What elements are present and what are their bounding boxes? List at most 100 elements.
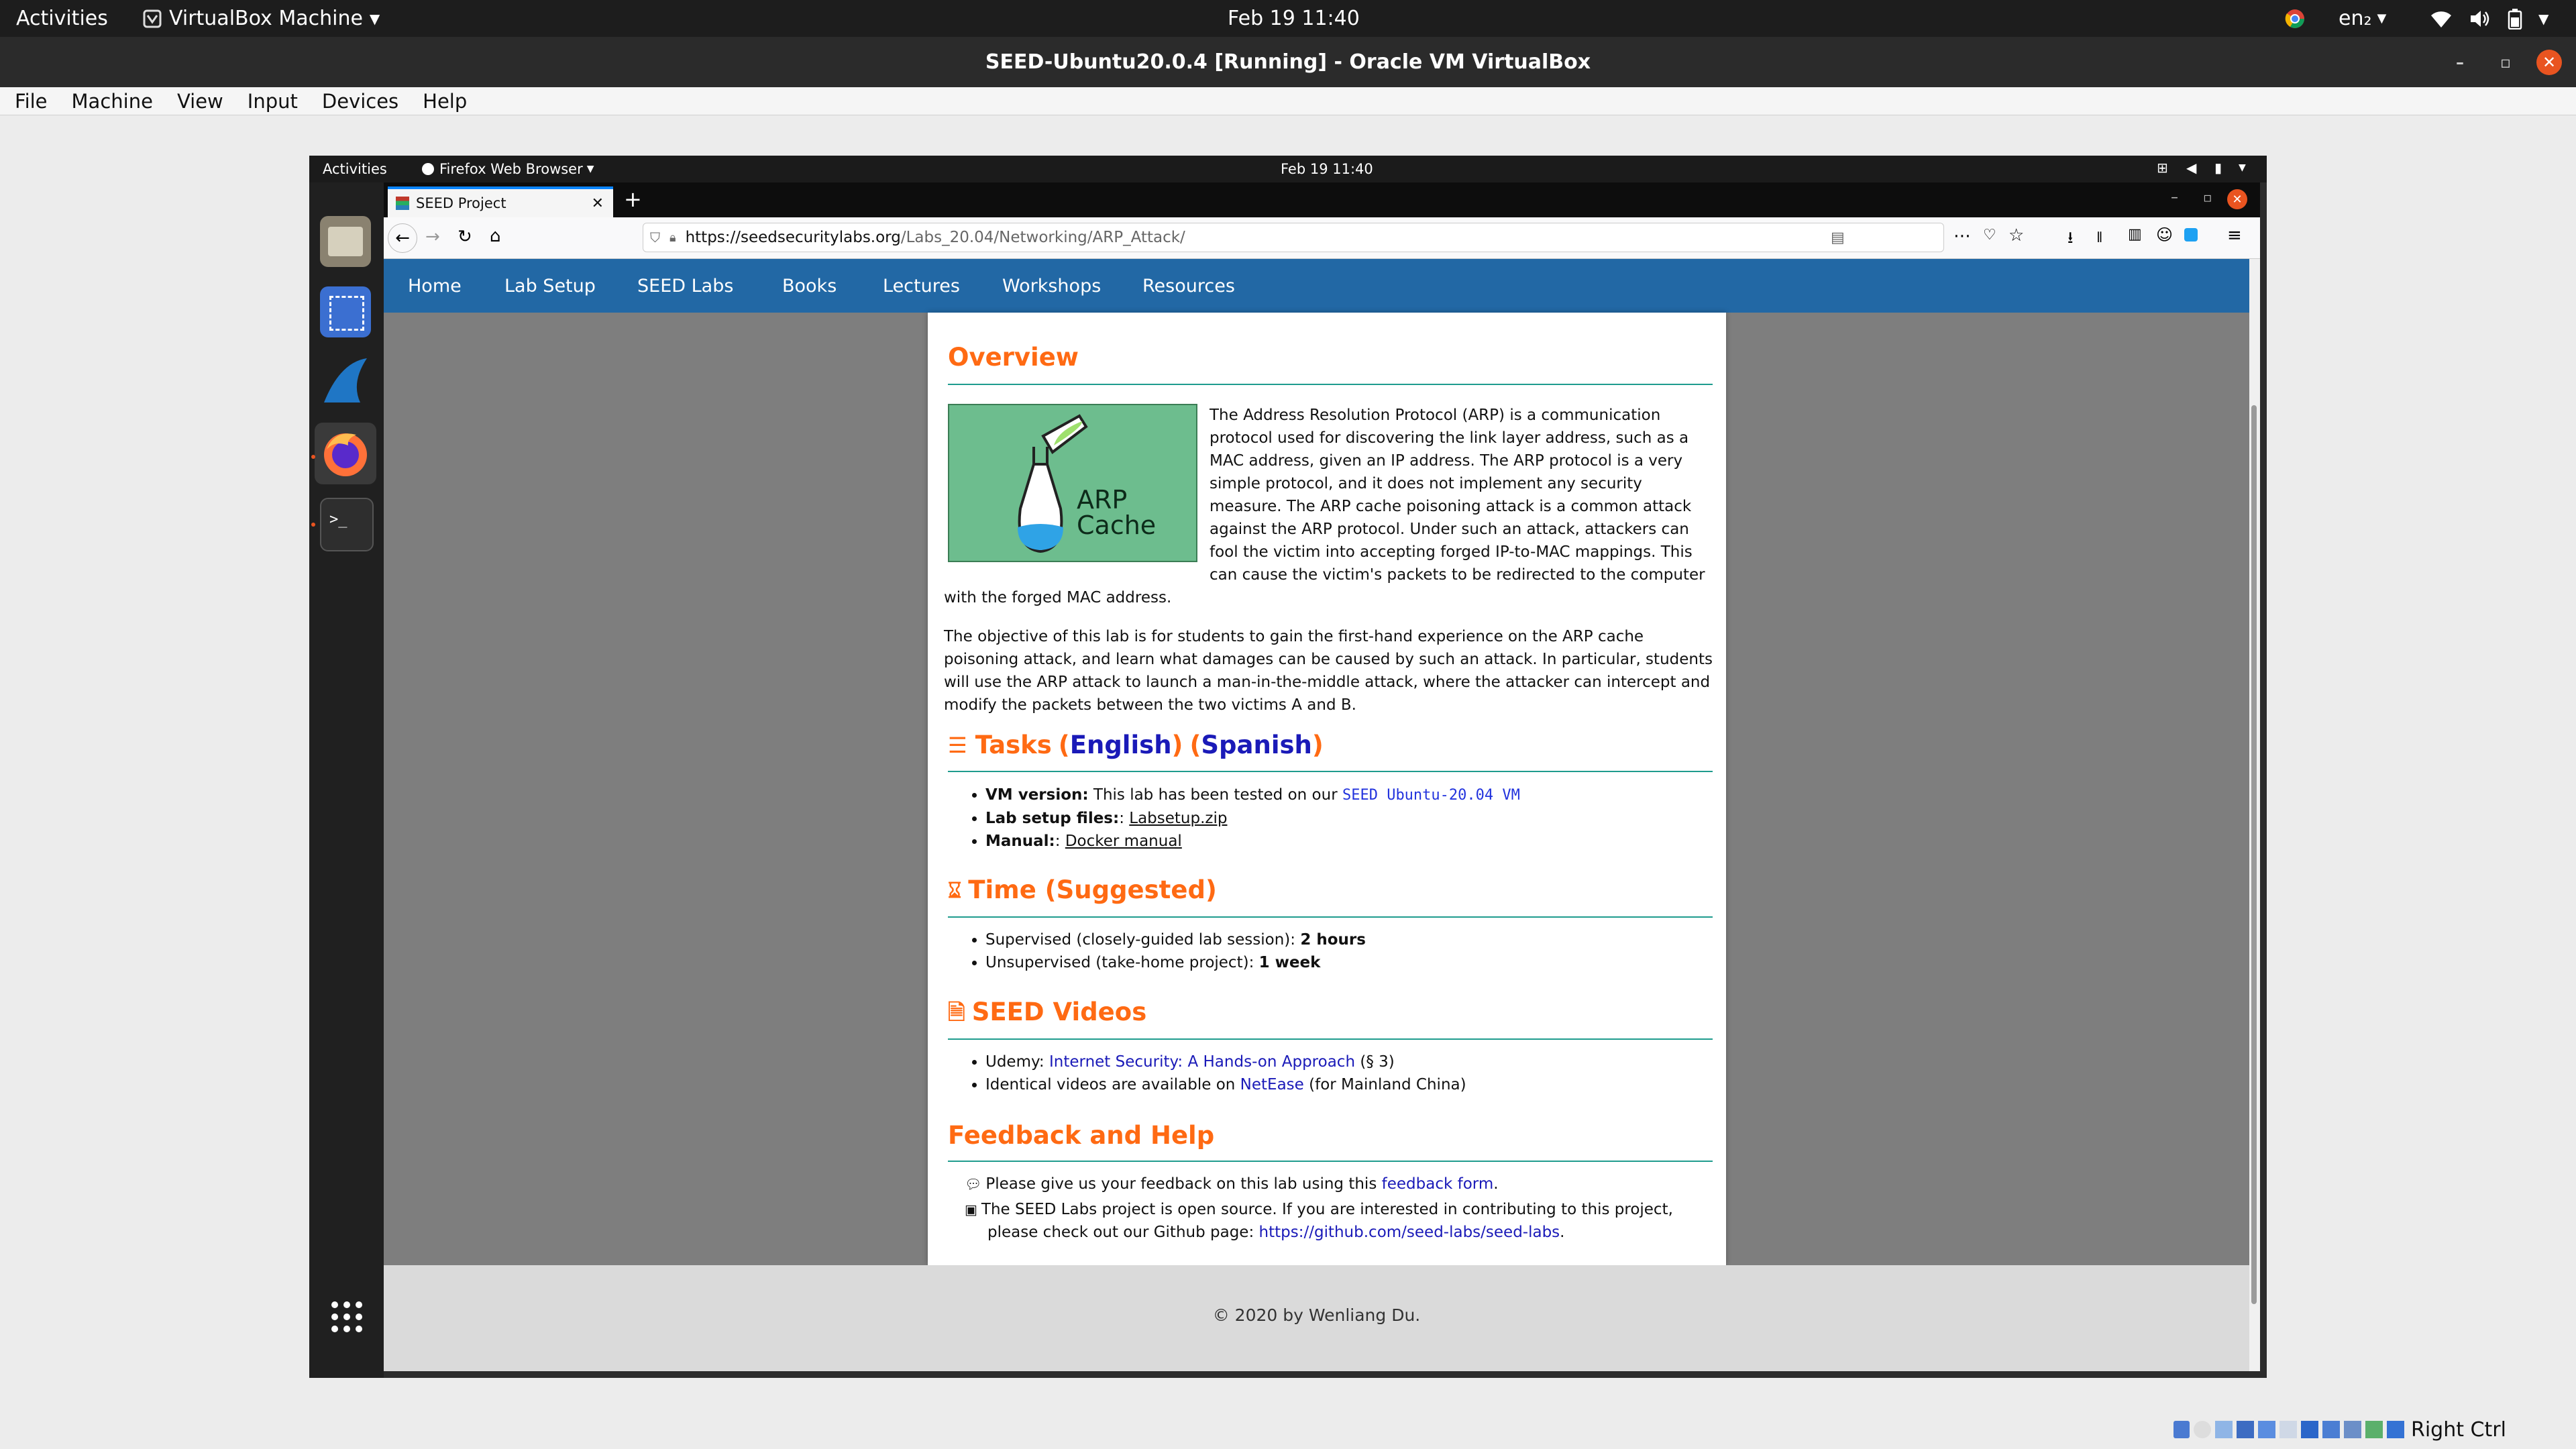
wireshark-icon[interactable] — [320, 356, 371, 407]
tab-strip: SEED Project ✕ + – ▫ ✕ — [384, 182, 2260, 217]
new-tab-icon[interactable]: + — [624, 186, 642, 212]
menu-devices[interactable]: Devices — [322, 90, 398, 113]
url-bar[interactable]: ⛉ 🔒︎ https://seedsecuritylabs.org/Labs_2… — [643, 223, 1944, 252]
udemy-course-link[interactable]: Internet Security: A Hands-on Approach — [1049, 1053, 1355, 1071]
forward-button[interactable]: → — [425, 227, 440, 247]
pocket-icon[interactable]: ♡ — [1983, 227, 1996, 244]
chrome-indicator-icon[interactable] — [2284, 0, 2306, 37]
nav-resources[interactable]: Resources — [1142, 259, 1235, 313]
tab-seed-project[interactable]: SEED Project ✕ — [388, 186, 613, 217]
objective-line: modify the packets between the two victi… — [944, 696, 1356, 714]
page-viewport[interactable]: Home Lab Setup SEED Labs Books Lectures … — [384, 259, 2260, 1371]
menu-help[interactable]: Help — [423, 90, 467, 113]
host-clock[interactable]: Feb 19 11:40 — [1228, 0, 1360, 37]
feedback-heading: Feedback and Help — [948, 1121, 1215, 1150]
nav-lectures[interactable]: Lectures — [883, 259, 960, 313]
wifi-icon[interactable] — [2430, 0, 2453, 37]
files-icon[interactable] — [320, 216, 371, 267]
page-actions-icon[interactable]: ⋯ — [1953, 226, 1971, 246]
minimize-icon[interactable]: – — [2447, 50, 2473, 75]
feedback-form-link[interactable]: feedback form — [1382, 1175, 1494, 1193]
terminal-icon[interactable]: >_ — [320, 498, 374, 551]
extension-icon[interactable] — [2184, 228, 2198, 241]
bookmark-star-icon[interactable]: ☆ — [2008, 225, 2024, 246]
cpu-icon[interactable] — [2344, 1421, 2361, 1438]
hard-disk-icon[interactable] — [2174, 1421, 2190, 1438]
hamburger-menu-icon[interactable]: ≡ — [2227, 225, 2242, 246]
nav-workshops[interactable]: Workshops — [1002, 259, 1101, 313]
videos-list: Udemy: Internet Security: A Hands-on App… — [943, 1051, 1466, 1096]
audio-icon[interactable] — [2215, 1421, 2233, 1438]
tasks-spanish-link[interactable]: Spanish — [1201, 733, 1312, 757]
network-icon[interactable]: ⊞ — [2157, 160, 2168, 176]
nav-home[interactable]: Home — [408, 259, 462, 313]
nav-lab-setup[interactable]: Lab Setup — [504, 259, 596, 313]
restore-icon[interactable]: ▫ — [2203, 189, 2212, 205]
guest-app-menu[interactable]: Firefox Web Browser ▼ — [422, 161, 594, 177]
list-item: Lab setup files:: Labsetup.zip — [985, 807, 1520, 830]
close-icon[interactable]: ✕ — [2227, 189, 2247, 209]
list-item: Identical videos are available on NetEas… — [985, 1073, 1466, 1096]
guest-clock[interactable]: Feb 19 11:40 — [1281, 161, 1373, 177]
copyright-text: © 2020 by Wenliang Du. — [1212, 1305, 1421, 1325]
shield-icon[interactable]: ⛉ — [650, 229, 660, 246]
tasks-english-link[interactable]: English — [1070, 733, 1172, 757]
volume-icon[interactable]: ◀ — [2186, 160, 2196, 176]
volume-icon[interactable] — [2469, 0, 2491, 37]
usb-icon[interactable] — [2258, 1421, 2275, 1438]
screenshot-icon[interactable] — [320, 286, 371, 337]
library-icon[interactable]: 𝍪 — [2097, 226, 2102, 252]
maximize-icon[interactable]: ▫ — [2493, 50, 2518, 75]
close-tab-icon[interactable]: ✕ — [592, 195, 604, 212]
network-icon[interactable] — [2237, 1421, 2254, 1438]
vm-link[interactable]: SEED Ubuntu-20.04 VM — [1342, 787, 1520, 804]
guest-screen[interactable]: Activities Firefox Web Browser ▼ Feb 19 … — [309, 156, 2267, 1378]
display-icon[interactable] — [2301, 1421, 2318, 1438]
netease-link[interactable]: NetEase — [1240, 1076, 1304, 1093]
guest-activities-button[interactable]: Activities — [323, 161, 387, 177]
reload-button[interactable]: ↻ — [458, 227, 472, 247]
labsetup-link[interactable]: Labsetup.zip — [1129, 810, 1227, 827]
reader-view-icon[interactable]: ▤ — [1831, 229, 1845, 246]
unsupervised-text: Unsupervised (take-home project): — [985, 954, 1254, 971]
nav-books[interactable]: Books — [782, 259, 837, 313]
tab-title: SEED Project — [416, 195, 506, 211]
page-scrollbar[interactable] — [2249, 259, 2260, 1371]
close-icon[interactable]: ✕ — [2536, 50, 2562, 75]
optical-drive-icon[interactable] — [2194, 1421, 2211, 1438]
account-icon[interactable]: ☺ — [2156, 225, 2173, 244]
home-button[interactable]: ⌂ — [490, 226, 501, 246]
chevron-down-icon: ▼ — [369, 10, 380, 27]
menu-file[interactable]: File — [15, 90, 48, 113]
minimize-icon[interactable]: – — [2171, 189, 2178, 206]
battery-icon[interactable] — [2508, 0, 2522, 37]
system-menu-chevron-icon[interactable]: ▼ — [2538, 0, 2548, 37]
downloads-icon[interactable]: ⭳ — [2068, 226, 2073, 254]
menu-machine[interactable]: Machine — [72, 90, 153, 113]
video-capture-icon[interactable] — [2322, 1421, 2340, 1438]
menu-input[interactable]: Input — [248, 90, 298, 113]
lock-icon[interactable]: 🔒︎ — [669, 231, 676, 245]
firefox-icon[interactable] — [315, 423, 376, 484]
back-button[interactable]: ← — [388, 223, 417, 253]
scrollbar-thumb[interactable] — [2251, 405, 2257, 1304]
shared-folders-icon[interactable] — [2279, 1421, 2297, 1438]
nav-seed-labs[interactable]: SEED Labs — [637, 259, 733, 313]
mouse-integration-icon[interactable] — [2365, 1421, 2383, 1438]
show-applications-icon[interactable] — [329, 1299, 364, 1334]
sidebar-icon[interactable]: ▥ — [2128, 226, 2142, 243]
keyboard-capture-icon[interactable] — [2387, 1421, 2404, 1438]
time-heading-label: Time (Suggested) — [968, 875, 1217, 904]
overview-line: measure. The ARP cache poisoning attack … — [1210, 498, 1692, 515]
docker-manual-link[interactable]: Docker manual — [1065, 833, 1182, 850]
host-language-selector[interactable]: en₂ ▼ — [2339, 0, 2386, 37]
list-item: VM version: This lab has been tested on … — [985, 784, 1520, 807]
system-menu-chevron-icon[interactable]: ▼ — [2239, 162, 2246, 173]
comment-icon: 💬︎ — [965, 1176, 982, 1192]
host-app-menu[interactable]: VirtualBox Machine ▼ — [142, 0, 380, 37]
menu-view[interactable]: View — [177, 90, 223, 113]
github-link[interactable]: https://github.com/seed-labs/seed-labs — [1259, 1224, 1560, 1241]
host-language-label: en₂ — [2339, 7, 2372, 30]
battery-icon[interactable]: ▮ — [2214, 160, 2222, 176]
host-activities-button[interactable]: Activities — [16, 0, 108, 37]
